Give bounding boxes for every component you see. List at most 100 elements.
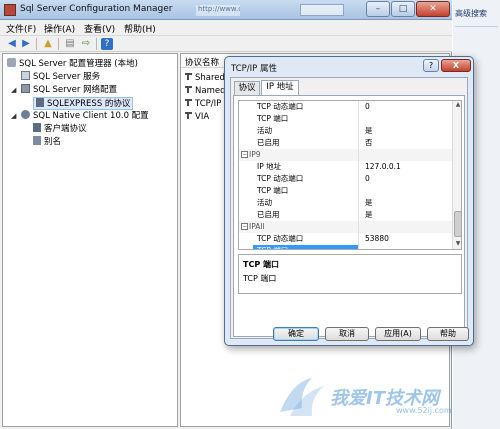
grid-category[interactable]: − IP9: [239, 149, 461, 161]
native-client-icon: [21, 110, 30, 119]
tcpip-properties-dialog: TCP/IP 属性 ? X 协议 IP 地址 TCP 端口 TCP 动态端口 538…: [224, 56, 474, 346]
property-value: 否: [365, 138, 373, 147]
tree-item-native-client[interactable]: SQL Native Client 10.0 配置: [21, 110, 149, 123]
property-key: IPAll: [249, 222, 265, 231]
property-value: 是: [365, 198, 373, 207]
ok-button[interactable]: 确定: [273, 327, 319, 341]
grid-property-row[interactable]: TCP 端口: [239, 245, 461, 249]
grid-property-row[interactable]: TCP 动态端口 0: [239, 101, 461, 113]
tree-item-sqlexpress-protocols[interactable]: SQLEXPRESS 的协议: [33, 97, 134, 110]
property-value: 0: [365, 174, 370, 183]
grid-property-row[interactable]: 活动 是: [239, 197, 461, 209]
minimize-button[interactable]: –: [366, 1, 390, 17]
property-grid: TCP 端口TCP 动态端口53880−IPAll已启用是活动是TCP 端口TC…: [238, 100, 462, 250]
description-heading: TCP 端口: [243, 260, 279, 269]
scroll-up-icon[interactable]: ▲: [454, 101, 461, 109]
property-key: 活动: [257, 126, 272, 135]
up-folder-icon[interactable]: ▲: [42, 38, 54, 50]
dialog-title: TCP/IP 属性: [231, 64, 277, 74]
dialog-help-button[interactable]: ?: [423, 59, 439, 72]
expander-icon[interactable]: ◢: [11, 85, 19, 95]
description-text: TCP 端口: [243, 274, 277, 283]
property-key: TCP 动态端口: [257, 234, 304, 243]
menu-bar: 文件(F) 操作(A) 查看(V) 帮助(H): [0, 20, 452, 36]
grid-property-row[interactable]: 活动 是: [239, 125, 461, 137]
cancel-button[interactable]: 取消: [325, 327, 369, 341]
collapse-icon[interactable]: −: [241, 223, 248, 230]
protocol-icon: [184, 85, 193, 94]
property-key: TCP 端口: [257, 186, 289, 195]
tab-ip-address[interactable]: IP 地址: [261, 80, 299, 95]
tab-protocol[interactable]: 协议: [234, 81, 260, 95]
grid-scrollbar[interactable]: ▲ ▼: [452, 101, 461, 249]
grid-property-row[interactable]: TCP 动态端口 0: [239, 173, 461, 185]
grid-property-row[interactable]: TCP 端口: [239, 185, 461, 197]
grid-property-row[interactable]: 已启用 是: [239, 209, 461, 221]
dialog-close-button[interactable]: X: [441, 59, 471, 72]
property-value: 是: [365, 126, 373, 135]
protocols-icon: [36, 98, 44, 107]
close-button[interactable]: ✕: [416, 1, 450, 17]
protocol-icon: [184, 98, 193, 107]
properties-icon[interactable]: ▤: [64, 38, 76, 50]
menu-file[interactable]: 文件(F): [6, 22, 36, 35]
tree-item-network-config[interactable]: SQL Server 网络配置: [21, 84, 117, 97]
toolbar-separator: [36, 38, 37, 50]
background-search-box: [300, 4, 344, 16]
apply-button[interactable]: 应用(A): [375, 327, 421, 341]
tree-pane: SQL Server 配置管理器 (本地) SQL Server 服务 ◢ SQ…: [2, 53, 178, 427]
scroll-thumb[interactable]: [454, 211, 461, 237]
ip-address-panel: TCP 端口TCP 动态端口53880−IPAll已启用是活动是TCP 端口TC…: [233, 95, 465, 337]
protocol-icon: [184, 111, 193, 120]
forward-arrow-icon[interactable]: ▶: [20, 38, 32, 50]
list-item[interactable]: Named: [184, 85, 225, 98]
property-value-input[interactable]: [359, 245, 453, 249]
app-icon: [4, 4, 16, 16]
tree-item-client-protocols[interactable]: 客户端协议: [33, 123, 87, 136]
export-icon[interactable]: ⇨: [80, 38, 92, 50]
help-icon[interactable]: ?: [101, 38, 113, 50]
property-key: TCP 端口: [253, 245, 359, 249]
toolbar: ◀ ▶ ▲ ▤ ⇨ ?: [0, 36, 452, 52]
grid-property-row[interactable]: TCP 动态端口 53880: [239, 233, 461, 245]
menu-help[interactable]: 帮助(H): [124, 22, 156, 35]
property-key: 活动: [257, 198, 272, 207]
list-item[interactable]: VIA: [184, 111, 209, 124]
column-protocol-name[interactable]: 协议名称: [185, 56, 219, 68]
services-icon: [21, 71, 30, 80]
back-arrow-icon[interactable]: ◀: [6, 38, 18, 50]
property-value: 是: [365, 210, 373, 219]
property-value: 53880: [365, 234, 389, 243]
property-key: TCP 端口: [257, 114, 289, 123]
property-key: 已启用: [257, 210, 280, 219]
background-browser-tab: http://www.c: [196, 5, 240, 16]
grid-property-row[interactable]: IP 地址 127.0.0.1: [239, 161, 461, 173]
tree-root[interactable]: SQL Server 配置管理器 (本地): [7, 58, 138, 71]
grid-column-divider: [358, 101, 359, 249]
property-value: 127.0.0.1: [365, 162, 401, 171]
grid-category[interactable]: − IPAll: [239, 221, 461, 233]
dialog-body: 协议 IP 地址 TCP 端口TCP 动态端口53880−IPAll已启用是活动…: [230, 77, 468, 339]
grid-property-row[interactable]: 已启用 否: [239, 137, 461, 149]
list-item[interactable]: Shared: [184, 72, 225, 85]
property-key: TCP 动态端口: [257, 102, 304, 111]
collapse-icon[interactable]: −: [241, 151, 248, 158]
property-value: 0: [365, 102, 370, 111]
background-search-text: 高级搜索: [455, 9, 487, 18]
property-key: TCP 动态端口: [257, 174, 304, 183]
grid-property-row[interactable]: TCP 端口: [239, 113, 461, 125]
tree-item-sql-server-services[interactable]: SQL Server 服务: [21, 71, 100, 84]
expander-icon[interactable]: ◢: [11, 111, 19, 121]
alias-icon: [33, 136, 41, 145]
tree-item-aliases[interactable]: 别名: [33, 136, 61, 149]
server-config-icon: [7, 58, 16, 67]
menu-action[interactable]: 操作(A): [44, 22, 75, 35]
help-button[interactable]: 帮助: [427, 327, 469, 341]
list-item[interactable]: TCP/IP: [184, 98, 221, 111]
menu-view[interactable]: 查看(V): [84, 22, 115, 35]
toolbar-separator: [58, 38, 59, 50]
maximize-button[interactable]: □: [391, 1, 415, 17]
scroll-down-icon[interactable]: ▼: [454, 240, 461, 248]
property-description: TCP 端口 TCP 端口: [238, 254, 462, 294]
protocol-icon: [184, 72, 193, 81]
